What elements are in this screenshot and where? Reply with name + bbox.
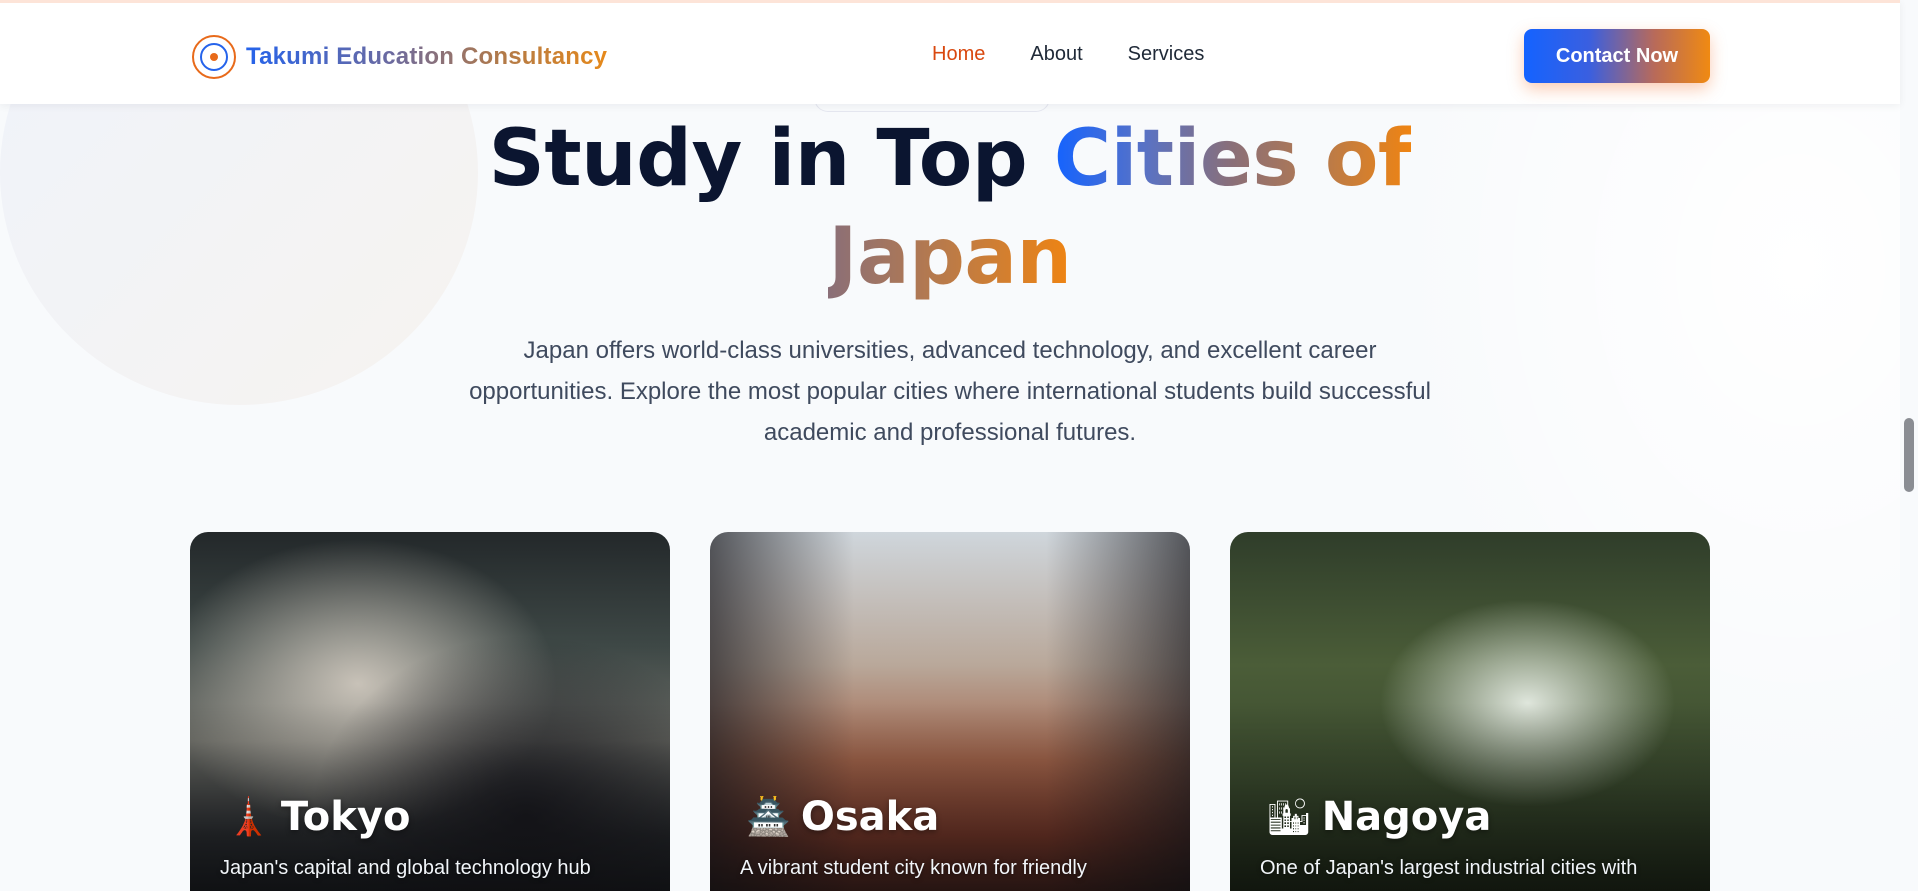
city-heading: 🏯 Osaka bbox=[746, 794, 939, 840]
city-description: A vibrant student city known for friendl… bbox=[740, 857, 1087, 879]
city-card-nagoya[interactable]: 🏙 Nagoya One of Japan's largest industri… bbox=[1230, 532, 1710, 891]
brand[interactable]: Takumi Education Consultancy bbox=[192, 35, 607, 79]
hero-title-part3: Japan bbox=[828, 212, 1072, 302]
city-heading: 🏙 Nagoya bbox=[1266, 794, 1491, 840]
city-name: Nagoya bbox=[1321, 794, 1492, 840]
contact-now-button[interactable]: Contact Now bbox=[1524, 29, 1710, 83]
city-name: Osaka bbox=[800, 794, 940, 840]
city-card-tokyo[interactable]: 🗼 Tokyo Japan's capital and global techn… bbox=[190, 532, 670, 891]
city-heading: 🗼 Tokyo bbox=[226, 794, 410, 840]
nav-services-link[interactable]: Services bbox=[1128, 43, 1205, 66]
brand-name: Takumi Education Consultancy bbox=[246, 43, 608, 70]
logo-dot bbox=[210, 53, 218, 61]
takumi-logo-icon bbox=[192, 35, 236, 79]
nav-about-link[interactable]: About bbox=[1030, 43, 1082, 66]
nav-home-link[interactable]: Home bbox=[932, 43, 985, 66]
city-description: Japan's capital and global technology hu… bbox=[220, 857, 591, 879]
main-nav: Home About Services bbox=[932, 43, 1204, 66]
hero-title-part2: Cities of bbox=[1053, 114, 1412, 204]
city-name: Tokyo bbox=[280, 794, 411, 840]
site-header: Takumi Education Consultancy Home About … bbox=[0, 0, 1900, 104]
city-card-osaka[interactable]: 🏯 Osaka A vibrant student city known for… bbox=[710, 532, 1190, 891]
city-buildings-icon: 🏙 bbox=[1266, 796, 1312, 837]
hero-title-part1: Study in Top bbox=[488, 114, 1054, 204]
city-description: One of Japan's largest industrial cities… bbox=[1260, 857, 1638, 879]
osaka-castle-icon: 🏯 bbox=[746, 796, 791, 837]
tokyo-tower-icon: 🗼 bbox=[226, 796, 271, 837]
hero-description: Japan offers world-class universities, a… bbox=[469, 337, 1431, 446]
hero-title: Study in Top Cities of Japan bbox=[460, 110, 1440, 306]
scrollbar-thumb[interactable] bbox=[1904, 418, 1914, 492]
page-scrollbar[interactable] bbox=[1900, 0, 1918, 891]
